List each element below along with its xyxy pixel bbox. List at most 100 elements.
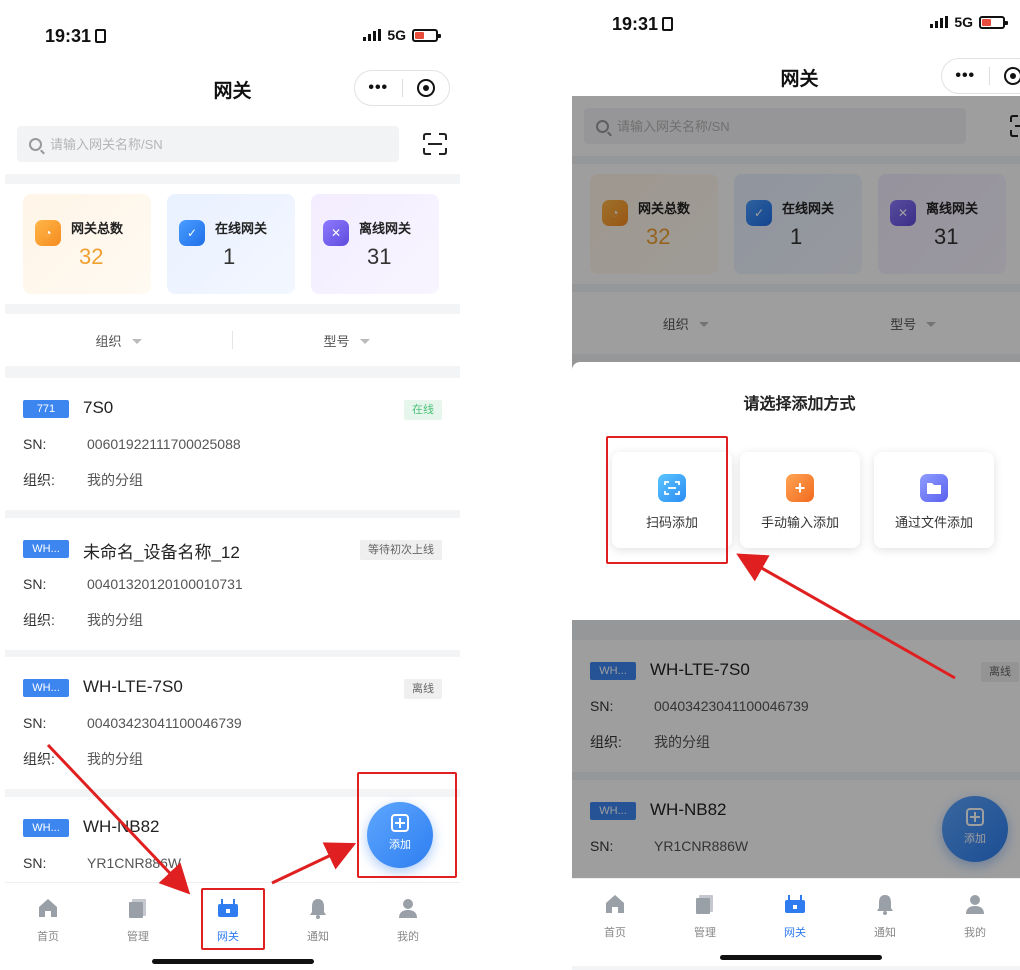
status-bar: 19:31 5G xyxy=(5,0,460,70)
pie-chart-icon: ◔ xyxy=(35,220,61,246)
check-icon: ✓ xyxy=(179,220,205,246)
tab-manage[interactable]: 管理 xyxy=(670,893,740,940)
nav-bar: 网关 ••• xyxy=(5,62,460,114)
folder-icon xyxy=(920,474,948,502)
filter-model[interactable]: 型号 xyxy=(233,331,460,350)
stat-label: 网关总数 xyxy=(71,221,124,236)
user-icon xyxy=(399,899,417,918)
device-model-tag: WH... xyxy=(23,540,69,558)
device-name: 7S0 xyxy=(83,398,114,417)
device-card[interactable]: 771 7S0 在线 SN: 00601922111700025088 组织: … xyxy=(5,378,460,510)
sim-icon xyxy=(95,29,107,43)
document-icon xyxy=(696,895,713,914)
option-file-add[interactable]: 通过文件添加 xyxy=(874,452,994,548)
close-miniprogram-button[interactable] xyxy=(403,79,450,97)
tab-home[interactable]: 首页 xyxy=(580,893,650,940)
stats-area: ◔ 网关总数 32 ✓ 在线网关 1 ✕ 离线网关 31 xyxy=(5,184,460,304)
stat-value: 32 xyxy=(79,244,104,269)
capsule-menu: ••• xyxy=(354,70,450,106)
tab-gateway[interactable]: 网关 xyxy=(760,893,830,940)
network-type: 5G xyxy=(954,14,973,30)
home-indicator xyxy=(152,959,314,964)
target-icon xyxy=(416,79,435,97)
signal-icon xyxy=(363,29,382,41)
device-model-tag: WH... xyxy=(23,819,69,837)
sn-value: 00401320120100010731 xyxy=(87,576,243,592)
more-button[interactable]: ••• xyxy=(942,67,989,85)
tab-notify[interactable]: 通知 xyxy=(850,893,920,940)
highlight-scan-option xyxy=(606,436,728,564)
search-icon xyxy=(29,137,42,151)
search-input[interactable] xyxy=(50,136,350,152)
device-name: WH-LTE-7S0 xyxy=(83,677,183,696)
org-label: 组织: xyxy=(23,612,55,628)
stat-label: 在线网关 xyxy=(215,221,268,236)
user-icon xyxy=(966,895,984,914)
sn-label: SN: xyxy=(23,436,47,452)
tab-manage[interactable]: 管理 xyxy=(103,897,173,944)
tab-home[interactable]: 首页 xyxy=(13,897,83,944)
stat-value: 1 xyxy=(223,244,236,269)
chevron-down-icon xyxy=(359,338,370,344)
target-icon xyxy=(1003,67,1020,85)
device-name: WH-NB82 xyxy=(83,817,160,836)
stat-card-online[interactable]: ✓ 在线网关 1 xyxy=(167,194,295,294)
tab-mine[interactable]: 我的 xyxy=(940,893,1010,940)
sn-label: SN: xyxy=(23,715,47,731)
org-value: 我的分组 xyxy=(87,751,143,767)
option-manual-add[interactable]: + 手动输入添加 xyxy=(740,452,860,548)
more-button[interactable]: ••• xyxy=(355,79,402,97)
close-miniprogram-button[interactable] xyxy=(990,67,1020,85)
phone-screen-right: 19:31 5G 网关 ••• ◔ 网关总数 32 ✓ xyxy=(572,0,1020,970)
home-indicator xyxy=(720,955,882,960)
sn-value: 00601922111700025088 xyxy=(87,436,241,452)
tab-notify[interactable]: 通知 xyxy=(283,897,353,944)
signal-icon xyxy=(930,16,949,28)
device-name: 未命名_设备名称_12 xyxy=(83,543,240,562)
status-badge: 等待初次上线 xyxy=(360,540,442,560)
gateway-icon xyxy=(785,895,805,913)
nav-bar: 网关 ••• xyxy=(572,50,1020,102)
device-card[interactable]: WH... 未命名_设备名称_12 等待初次上线 SN: 00401320120… xyxy=(5,518,460,650)
org-value: 我的分组 xyxy=(87,472,143,488)
status-badge: 离线 xyxy=(404,679,442,699)
home-icon xyxy=(39,899,57,917)
filter-org[interactable]: 组织 xyxy=(5,331,232,350)
device-model-tag: WH... xyxy=(23,679,69,697)
document-icon xyxy=(129,899,146,918)
sn-label: SN: xyxy=(23,855,47,871)
chevron-down-icon xyxy=(131,338,142,344)
phone-screen-left: 19:31 5G 网关 ••• ◔ 网关总数 32 ✓ xyxy=(5,0,460,970)
bell-icon xyxy=(310,899,326,919)
device-model-tag: 771 xyxy=(23,400,69,418)
org-label: 组织: xyxy=(23,472,55,488)
capsule-menu: ••• xyxy=(941,58,1020,94)
stat-label: 离线网关 xyxy=(359,221,412,236)
sn-label: SN: xyxy=(23,576,47,592)
device-card[interactable]: WH... WH-LTE-7S0 离线 SN: 0040342304110004… xyxy=(5,657,460,789)
stat-value: 31 xyxy=(367,244,392,269)
tab-mine[interactable]: 我的 xyxy=(373,897,443,944)
highlight-add-button xyxy=(357,772,457,878)
sheet-title: 请选择添加方式 xyxy=(743,396,856,413)
search-area xyxy=(5,114,460,174)
stat-card-total[interactable]: ◔ 网关总数 32 xyxy=(23,194,151,294)
home-icon xyxy=(606,895,624,913)
battery-icon xyxy=(412,28,441,42)
filter-bar: 组织 型号 xyxy=(5,314,460,366)
highlight-gateway-tab xyxy=(201,888,265,950)
network-type: 5G xyxy=(387,27,406,43)
search-box[interactable] xyxy=(17,126,399,162)
close-icon: ✕ xyxy=(323,220,349,246)
bell-icon xyxy=(877,895,893,915)
tab-bar: 首页 管理 网关 通知 我的 xyxy=(572,878,1020,966)
sn-value: 00403423041100046739 xyxy=(87,715,242,731)
status-badge: 在线 xyxy=(404,400,442,420)
battery-icon xyxy=(979,15,1008,29)
sn-value: YR1CNR886W xyxy=(87,855,182,871)
scan-icon[interactable] xyxy=(422,132,448,156)
org-label: 组织: xyxy=(23,751,55,767)
add-method-sheet: 请选择添加方式 扫码添加 + 手动输入添加 通过文件添加 xyxy=(572,362,1020,620)
stat-card-offline[interactable]: ✕ 离线网关 31 xyxy=(311,194,439,294)
status-time: 19:31 xyxy=(612,14,659,34)
